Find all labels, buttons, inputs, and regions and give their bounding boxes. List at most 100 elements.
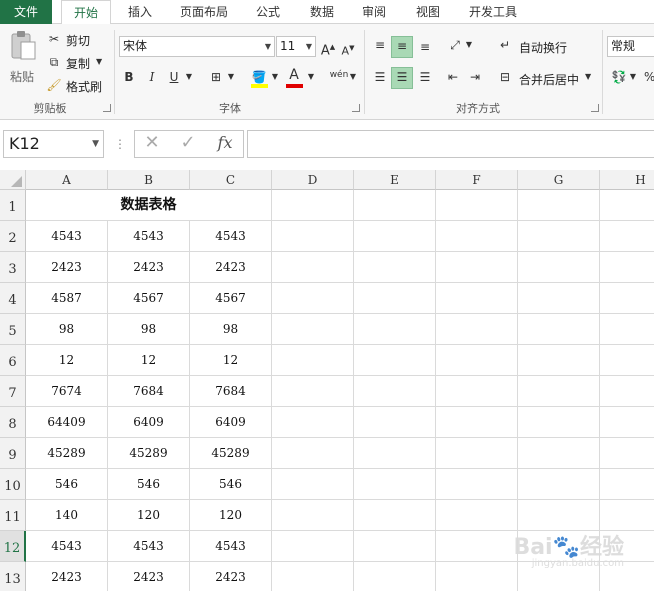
chevron-down-icon[interactable]: ▼ — [184, 68, 194, 86]
cell[interactable]: 64409 — [26, 407, 108, 438]
cell[interactable]: 6409 — [190, 407, 272, 438]
bold-button[interactable]: B — [121, 68, 137, 86]
cell[interactable] — [354, 407, 436, 438]
cell[interactable]: 2423 — [108, 252, 190, 283]
chevron-down-icon[interactable]: ▼ — [628, 68, 638, 86]
chevron-down-icon[interactable]: ▼ — [226, 68, 236, 86]
cell[interactable] — [354, 438, 436, 469]
row-header-5[interactable]: 5 — [0, 314, 26, 345]
cell[interactable] — [600, 221, 654, 252]
column-header-d[interactable]: D — [272, 170, 354, 190]
font-grow-button[interactable]: A▲ — [320, 38, 336, 60]
column-header-f[interactable]: F — [436, 170, 518, 190]
cell[interactable] — [354, 562, 436, 591]
row-header-4[interactable]: 4 — [0, 283, 26, 314]
row-header-1[interactable]: 1 — [0, 190, 26, 221]
borders-icon[interactable]: ⊞ — [208, 68, 224, 86]
font-size-select[interactable]: 11 ▼ — [276, 36, 316, 57]
alignment-launcher-icon[interactable] — [591, 104, 599, 112]
orientation-icon[interactable]: ⤢ — [446, 36, 464, 54]
chevron-down-icon[interactable]: ▼ — [306, 68, 316, 86]
cell[interactable]: 140 — [26, 500, 108, 531]
cell[interactable] — [600, 562, 654, 591]
cell[interactable]: 7674 — [26, 376, 108, 407]
cell[interactable]: 6409 — [108, 407, 190, 438]
check-icon[interactable]: ✓ — [177, 134, 199, 152]
name-box[interactable]: K12 ▼ — [3, 130, 104, 158]
tab-data[interactable]: 数据 — [300, 0, 344, 24]
cell[interactable] — [600, 469, 654, 500]
cell[interactable] — [354, 221, 436, 252]
chevron-down-icon[interactable]: ▼ — [270, 68, 280, 86]
tab-developer[interactable]: 开发工具 — [458, 0, 528, 24]
cell[interactable] — [436, 438, 518, 469]
percent-icon[interactable]: % — [644, 68, 654, 86]
align-left-icon[interactable]: ☰ — [370, 68, 390, 86]
phonetic-button[interactable]: wén — [328, 66, 350, 84]
column-header-g[interactable]: G — [518, 170, 600, 190]
cell[interactable] — [354, 531, 436, 562]
cell[interactable]: 7684 — [190, 376, 272, 407]
cell[interactable] — [436, 376, 518, 407]
cell[interactable]: 120 — [108, 500, 190, 531]
clipboard-launcher-icon[interactable] — [103, 104, 111, 112]
cell[interactable] — [354, 252, 436, 283]
column-header-c[interactable]: C — [190, 170, 272, 190]
cell[interactable] — [272, 438, 354, 469]
insert-function-button[interactable]: fx — [213, 134, 237, 152]
cell[interactable] — [600, 252, 654, 283]
align-center-icon[interactable]: ☰ — [391, 67, 413, 89]
cell[interactable] — [436, 221, 518, 252]
cell[interactable]: 4543 — [26, 221, 108, 252]
cell[interactable] — [272, 345, 354, 376]
cancel-icon[interactable]: ✕ — [141, 134, 163, 152]
cell[interactable]: 7684 — [108, 376, 190, 407]
font-launcher-icon[interactable] — [352, 104, 360, 112]
cell[interactable]: 98 — [190, 314, 272, 345]
align-top-icon[interactable]: ≡ — [370, 36, 390, 54]
tab-insert[interactable]: 插入 — [118, 0, 162, 24]
paste-button[interactable]: 粘贴 — [6, 30, 40, 90]
cell[interactable] — [272, 407, 354, 438]
cell[interactable]: 4543 — [108, 221, 190, 252]
merge-center-button[interactable]: ⊟ 合并后居中 ▼ — [497, 68, 597, 88]
row-header-8[interactable]: 8 — [0, 407, 26, 438]
cell[interactable]: 12 — [190, 345, 272, 376]
cell[interactable] — [600, 190, 654, 221]
cell[interactable] — [518, 345, 600, 376]
copy-button[interactable]: ⧉ 复制 ▼ — [46, 53, 110, 71]
cell[interactable] — [272, 562, 354, 591]
cell[interactable]: 546 — [190, 469, 272, 500]
cell[interactable] — [272, 314, 354, 345]
cell[interactable] — [518, 252, 600, 283]
cell[interactable] — [436, 500, 518, 531]
cell[interactable] — [518, 469, 600, 500]
cell[interactable]: 12 — [108, 345, 190, 376]
cell[interactable] — [518, 314, 600, 345]
cell[interactable] — [436, 252, 518, 283]
cell[interactable] — [436, 190, 518, 221]
cell[interactable]: 4543 — [108, 531, 190, 562]
column-header-h[interactable]: H — [600, 170, 654, 190]
cell[interactable] — [354, 500, 436, 531]
cell[interactable] — [518, 190, 600, 221]
cell[interactable]: 4543 — [190, 531, 272, 562]
cell[interactable]: 4543 — [26, 531, 108, 562]
cell[interactable] — [354, 376, 436, 407]
column-header-b[interactable]: B — [108, 170, 190, 190]
cell[interactable]: 45289 — [26, 438, 108, 469]
tab-review[interactable]: 审阅 — [352, 0, 396, 24]
cell[interactable] — [272, 376, 354, 407]
cell[interactable] — [518, 376, 600, 407]
cell[interactable] — [354, 190, 436, 221]
cell[interactable] — [436, 283, 518, 314]
italic-button[interactable]: I — [144, 68, 160, 86]
cell[interactable]: 45289 — [108, 438, 190, 469]
cell[interactable] — [518, 562, 600, 591]
title-cell[interactable]: 数据表格 — [26, 190, 272, 221]
cell[interactable] — [354, 314, 436, 345]
row-header-12[interactable]: 12 — [0, 531, 26, 562]
cell[interactable] — [272, 190, 354, 221]
font-name-select[interactable]: 宋体 ▼ — [119, 36, 275, 57]
format-painter-button[interactable]: 🖌 格式刷 — [46, 76, 106, 94]
